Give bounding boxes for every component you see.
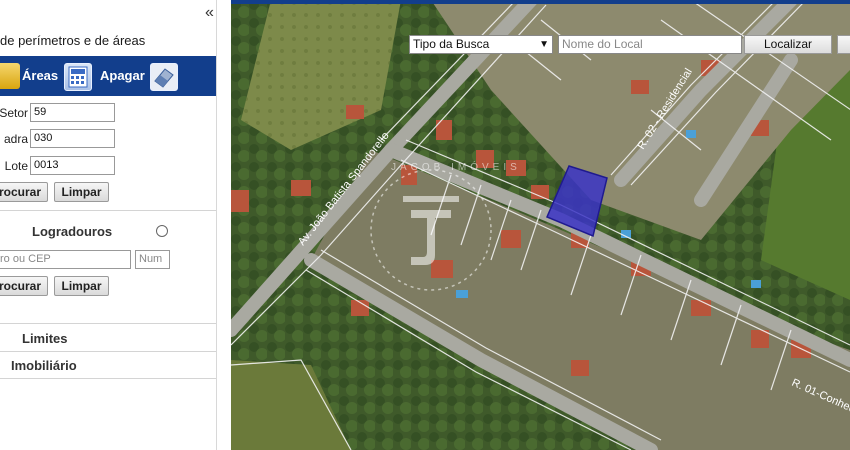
eraser-icon[interactable] [150, 63, 178, 91]
imobiliario-section[interactable]: Imobiliário [11, 358, 77, 373]
divider [0, 323, 216, 324]
toolbar: Áreas Apagar [0, 56, 216, 96]
lote-input[interactable]: 0013 [30, 156, 115, 175]
limpar-button[interactable]: Limpar [54, 182, 109, 202]
setor-label: Setor [0, 106, 28, 120]
left-panel: de perímetros e de áreas Áreas Apagar Se… [0, 0, 217, 450]
ruler-icon[interactable] [0, 63, 20, 89]
numero-input[interactable]: Num [135, 250, 170, 269]
quadra-label: adra [3, 132, 28, 146]
logradouros-radio[interactable] [156, 225, 168, 237]
setor-row: Setor 59 [0, 103, 216, 123]
search-type-value: Tipo da Busca [413, 37, 490, 51]
areas-label[interactable]: Áreas [22, 68, 58, 83]
limites-section[interactable]: Limites [22, 331, 68, 346]
divider [0, 210, 216, 211]
map-top-bar [231, 0, 850, 4]
divider [0, 351, 216, 352]
extra-button[interactable] [837, 35, 850, 54]
search-type-select[interactable]: Tipo da Busca ▼ [409, 35, 553, 54]
procurar-button[interactable]: rocurar [0, 182, 48, 202]
panel-title: de perímetros e de áreas [0, 33, 146, 48]
watermark-text: JACOB IMÓVEIS [391, 160, 521, 173]
lote-row: Lote 0013 [0, 156, 216, 176]
logradouro-input[interactable]: ro ou CEP [0, 250, 131, 269]
quadra-row: adra 030 [0, 129, 216, 149]
setor-input[interactable]: 59 [30, 103, 115, 122]
apagar-label[interactable]: Apagar [100, 68, 145, 83]
logradouro-limpar-button[interactable]: Limpar [54, 276, 109, 296]
satellite-map[interactable]: Av. João Batista Spandorello R. 02 - Res… [231, 0, 850, 450]
map-canvas: Av. João Batista Spandorello R. 02 - Res… [231, 0, 850, 450]
location-input[interactable]: Nome do Local [558, 35, 742, 54]
collapse-panel-icon[interactable]: « [205, 4, 214, 22]
logradouro-procurar-button[interactable]: rocurar [0, 276, 48, 296]
logradouros-title: Logradouros [32, 224, 113, 239]
lote-label: Lote [4, 159, 28, 173]
divider [0, 378, 216, 379]
localizar-button[interactable]: Localizar [744, 35, 832, 54]
area-calculator-icon[interactable] [64, 63, 92, 91]
chevron-down-icon: ▼ [539, 39, 549, 50]
quadra-input[interactable]: 030 [30, 129, 115, 148]
